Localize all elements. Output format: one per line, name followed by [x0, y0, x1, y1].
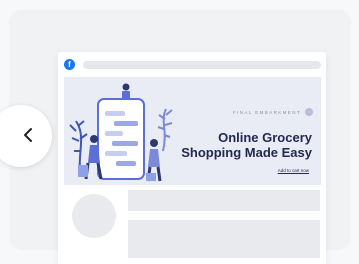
avatar-placeholder	[72, 194, 116, 238]
headline-line-2: Shopping Made Easy	[181, 145, 312, 160]
text-placeholder-line	[128, 220, 320, 258]
ad-headline: Online Grocery Shopping Made Easy	[181, 130, 312, 160]
carousel-card: f FINAL EMBARKMENT Online Grocery Shoppi…	[0, 10, 350, 264]
text-placeholder-line	[128, 190, 320, 211]
ad-banner: FINAL EMBARKMENT Online Grocery Shopping…	[64, 77, 321, 185]
shopping-illustration	[69, 83, 173, 182]
header-placeholder-bar	[83, 61, 321, 69]
cta-link: Add to cart now	[277, 168, 309, 173]
headline-line-1: Online Grocery	[218, 130, 312, 145]
brand-logo-icon	[305, 108, 313, 116]
chevron-left-icon	[24, 128, 32, 142]
facebook-icon: f	[64, 59, 75, 70]
previous-button[interactable]	[0, 105, 52, 167]
brand-name: FINAL EMBARKMENT	[233, 110, 301, 115]
facebook-ad-mockup: f FINAL EMBARKMENT Online Grocery Shoppi…	[58, 52, 326, 264]
